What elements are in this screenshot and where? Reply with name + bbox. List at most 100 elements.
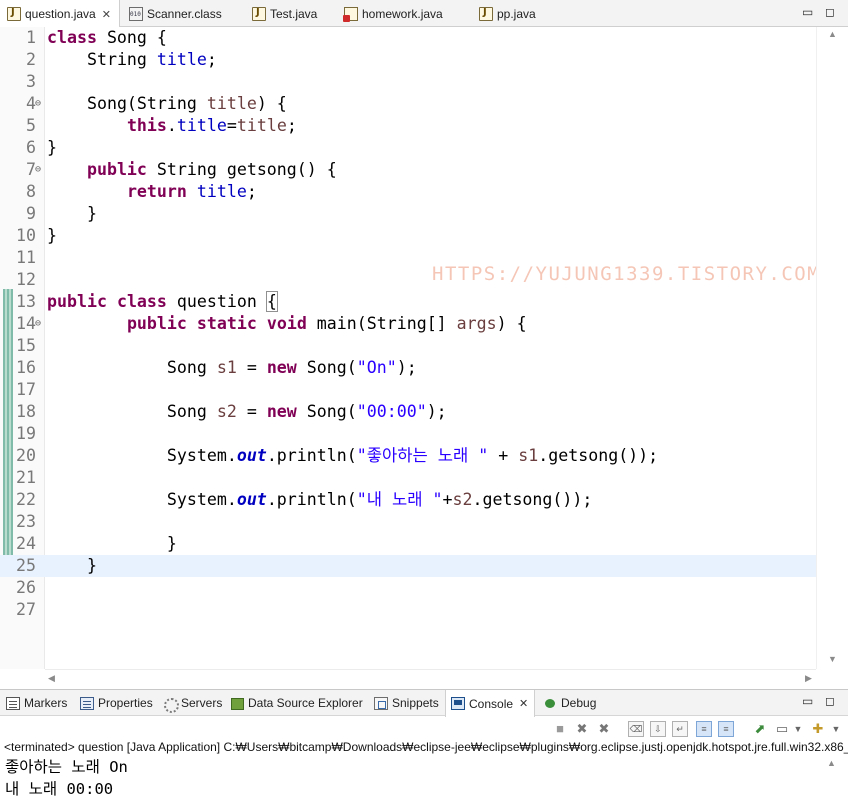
line-number: 19 xyxy=(16,424,36,443)
data-source-explorer-icon xyxy=(230,697,244,710)
code-line[interactable]: 26 xyxy=(0,577,820,599)
code-line[interactable]: 2 String title; xyxy=(0,49,820,71)
line-number: 18 xyxy=(16,402,36,421)
tab-label: pp.java xyxy=(497,6,536,21)
line-number: 2 xyxy=(26,50,36,69)
fold-toggle-icon[interactable]: ⊖ xyxy=(35,313,41,335)
scroll-down-icon[interactable]: ▼ xyxy=(828,654,837,664)
chevron-down-icon[interactable]: ▼ xyxy=(790,721,806,737)
display-selected-console-icon[interactable]: ▭ xyxy=(774,721,790,737)
snippets-icon xyxy=(374,696,388,710)
open-console-icon[interactable]: ✚ xyxy=(810,721,826,737)
show-on-stdout-icon[interactable]: ≡ xyxy=(696,721,712,737)
code-line[interactable]: 24 } xyxy=(0,533,820,555)
fold-toggle-icon[interactable]: ⊖ xyxy=(35,159,41,181)
tab-pp-java[interactable]: pp.java xyxy=(472,0,536,27)
show-on-stderr-icon[interactable]: ≡ xyxy=(718,721,734,737)
line-number: 11 xyxy=(16,248,36,267)
line-number: 16 xyxy=(16,358,36,377)
scroll-up-icon[interactable]: ▲ xyxy=(827,758,836,768)
word-wrap-icon[interactable]: ↵ xyxy=(672,721,688,737)
tab-label: Scanner.class xyxy=(147,6,222,21)
blog-watermark: HTTPS://YUJUNG1339.TISTORY.COM/ xyxy=(432,263,834,285)
code-lines: 1 class Song { 2 String title; 3 4 ⊖ Song(… xyxy=(0,27,820,621)
scroll-left-icon[interactable]: ◀ xyxy=(48,673,55,684)
scroll-right-icon[interactable]: ▶ xyxy=(805,673,812,684)
tab-servers[interactable]: Servers xyxy=(163,690,222,716)
code-line[interactable]: 17 xyxy=(0,379,820,401)
remove-launch-icon[interactable]: ✖ xyxy=(574,721,590,737)
code-line[interactable]: 23 xyxy=(0,511,820,533)
tab-label: Debug xyxy=(561,696,597,710)
line-number: 1 xyxy=(26,28,36,47)
tab-markers[interactable]: Markers xyxy=(6,690,67,716)
line-number: 25 xyxy=(16,556,36,575)
console-toolbar: ■ ✖ ✖ ⌫ ⇩ ↵ ≡ ≡ ⬈ ▭ ▼ ✚ ▼ xyxy=(548,718,848,740)
maximize-icon[interactable]: ◻ xyxy=(825,694,835,708)
tab-label: Markers xyxy=(24,696,68,710)
tab-data-source-explorer[interactable]: Data Source Explorer xyxy=(230,690,363,716)
code-line[interactable]: 14 ⊖ public static void main(String[] arg… xyxy=(0,313,820,335)
code-line[interactable]: 15 xyxy=(0,335,820,357)
tab-debug[interactable]: Debug xyxy=(543,690,596,716)
markers-icon xyxy=(6,696,20,710)
pin-console-icon[interactable]: ⬈ xyxy=(752,721,768,737)
scroll-lock-icon[interactable]: ⇩ xyxy=(650,721,666,737)
code-line[interactable]: 7 ⊖ public String getsong() { xyxy=(0,159,820,181)
code-line[interactable]: 4 ⊖ Song(String title) { xyxy=(0,93,820,115)
code-line[interactable]: 16 Song s1 = new Song("On"); xyxy=(0,357,820,379)
code-line[interactable]: 6} xyxy=(0,137,820,159)
code-line[interactable]: 20 System.out.println("좋아하는 노래 " + s1.ge… xyxy=(0,445,820,467)
class-file-icon xyxy=(129,6,143,21)
chevron-down-icon[interactable]: ▼ xyxy=(828,721,844,737)
tab-properties[interactable]: Properties xyxy=(80,690,153,716)
code-line[interactable]: 19 xyxy=(0,423,820,445)
servers-icon xyxy=(163,697,179,713)
line-number: 8 xyxy=(26,182,36,201)
tab-snippets[interactable]: Snippets xyxy=(374,690,439,716)
tab-test-java[interactable]: Test.java xyxy=(245,0,317,27)
views-panel: Markers Properties Servers Data Source E… xyxy=(0,689,848,807)
line-number: 6 xyxy=(26,138,36,157)
close-icon[interactable]: ✕ xyxy=(102,8,111,21)
remove-all-launches-icon[interactable]: ✖ xyxy=(596,721,612,737)
close-icon[interactable]: ✕ xyxy=(519,697,528,710)
console-output-line: 좋아하는 노래 On xyxy=(5,758,128,776)
tab-question-java[interactable]: question.java ✕ xyxy=(0,0,120,28)
tab-scanner-class[interactable]: Scanner.class xyxy=(122,0,222,27)
line-number: 10 xyxy=(16,226,36,245)
code-line[interactable]: 22 System.out.println("내 노래 "+s2.getsong… xyxy=(0,489,820,511)
line-number: 24 xyxy=(16,534,36,553)
clear-console-icon[interactable]: ⌫ xyxy=(628,721,644,737)
tab-label: Test.java xyxy=(270,6,318,21)
tab-label: question.java xyxy=(25,7,96,21)
code-line[interactable]: 10} xyxy=(0,225,820,247)
editor-horizontal-scrollbar[interactable]: ◀ ▶ xyxy=(45,669,816,687)
tab-homework-java[interactable]: homework.java xyxy=(337,0,443,27)
tab-console[interactable]: Console ✕ xyxy=(445,690,536,717)
minimize-icon[interactable]: ▭ xyxy=(802,694,813,708)
code-line[interactable]: 1 class Song { xyxy=(0,27,820,49)
terminate-icon[interactable]: ■ xyxy=(552,721,568,737)
code-line[interactable]: 27 xyxy=(0,599,820,621)
minimize-icon[interactable]: ▭ xyxy=(802,5,813,19)
fold-toggle-icon[interactable]: ⊖ xyxy=(35,93,41,115)
current-code-line[interactable]: 25 } xyxy=(0,555,820,577)
code-editor[interactable]: 1 class Song { 2 String title; 3 4 ⊖ Song(… xyxy=(0,27,848,687)
line-number: 14 xyxy=(16,314,36,333)
code-line[interactable]: 9 } xyxy=(0,203,820,225)
line-number: 26 xyxy=(16,578,36,597)
code-line[interactable]: 5 this.title=title; xyxy=(0,115,820,137)
code-line[interactable]: 3 xyxy=(0,71,820,93)
maximize-icon[interactable]: ◻ xyxy=(825,5,835,19)
code-line[interactable]: 21 xyxy=(0,467,820,489)
line-number: 20 xyxy=(16,446,36,465)
code-line[interactable]: 13 public class question { xyxy=(0,291,820,313)
line-number: 15 xyxy=(16,336,36,355)
editor-vertical-scrollbar[interactable]: ▲ ▼ xyxy=(816,27,848,669)
console-vertical-scrollbar[interactable]: ▲ xyxy=(816,756,848,807)
java-file-icon xyxy=(252,6,266,21)
code-line[interactable]: 18 Song s2 = new Song("00:00"); xyxy=(0,401,820,423)
scroll-up-icon[interactable]: ▲ xyxy=(828,29,837,39)
code-line[interactable]: 8 return title; xyxy=(0,181,820,203)
